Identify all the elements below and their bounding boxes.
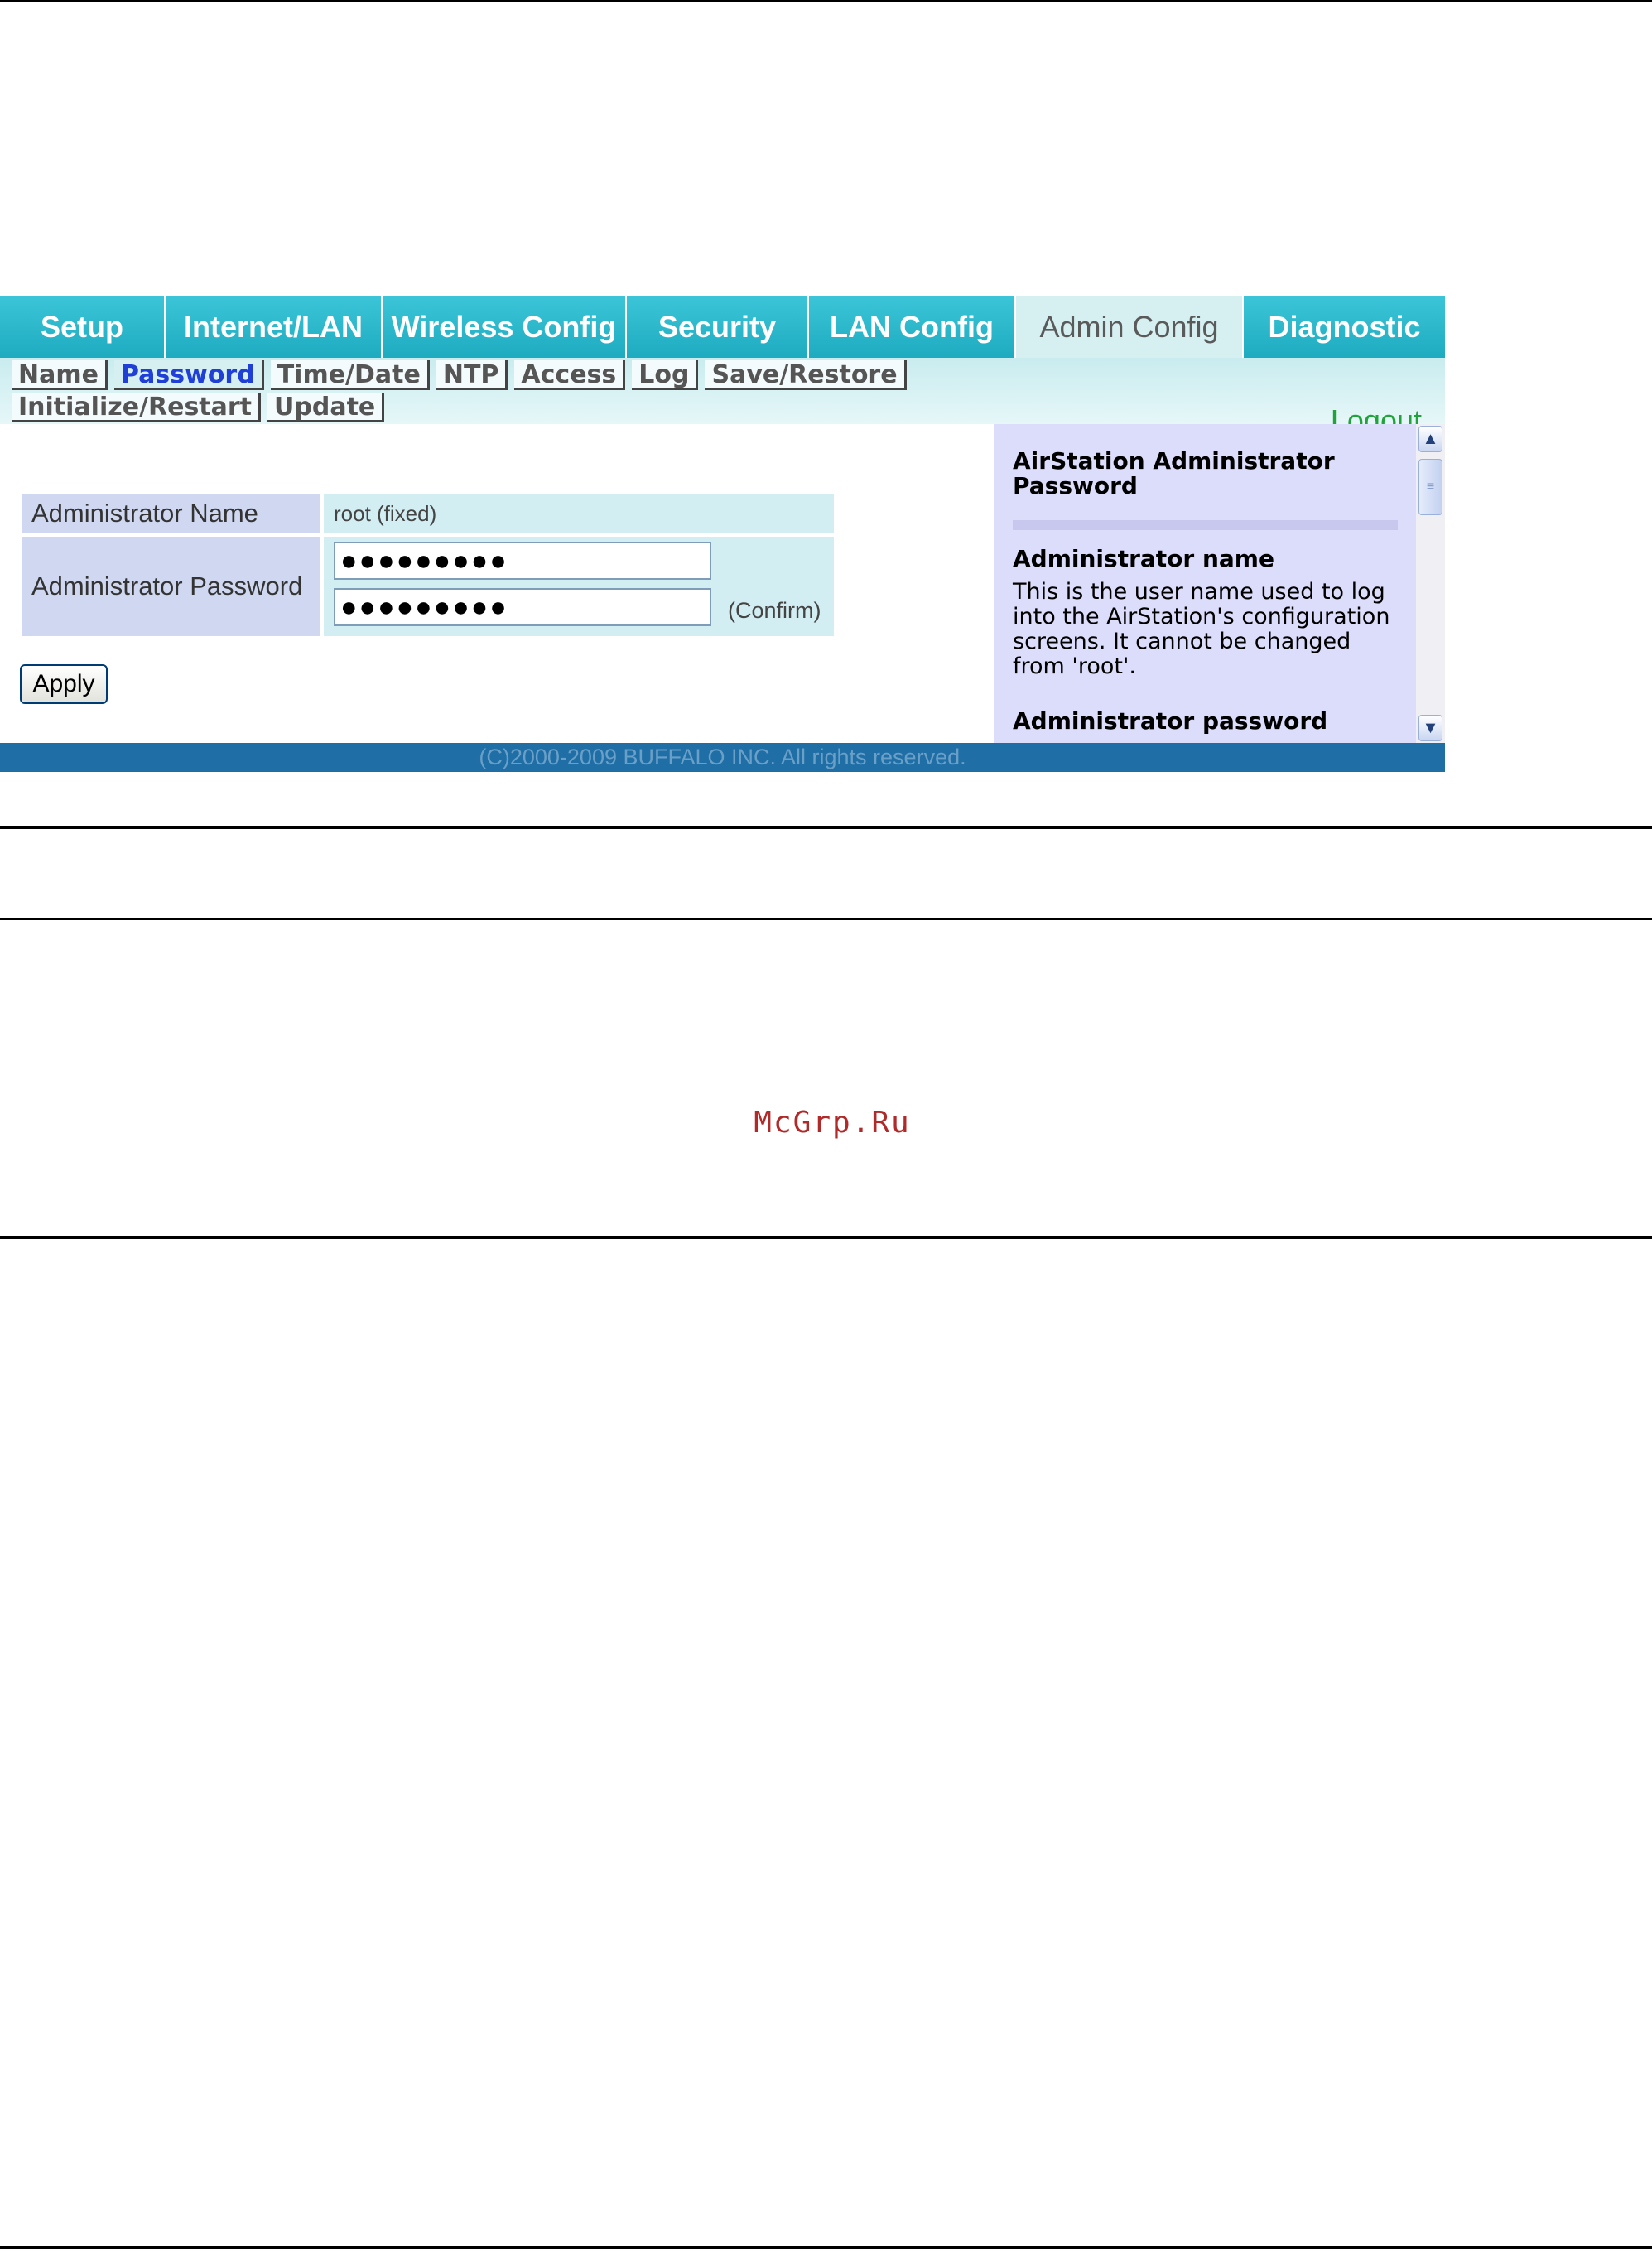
help-scrollbar[interactable]: ▲ ≡ ▼ xyxy=(1416,424,1445,743)
section-rule xyxy=(0,826,1652,829)
password-input[interactable]: ●●●●●●●●● xyxy=(334,542,711,580)
sub-tab-log[interactable]: Log xyxy=(632,360,699,390)
admin-name-label: Administrator Name xyxy=(22,494,320,533)
sub-tab-ntp[interactable]: NTP xyxy=(436,360,508,390)
admin-password-cell: ●●●●●●●●● ●●●●●●●●● (Confirm) xyxy=(324,537,834,636)
admin-name-value: root (fixed) xyxy=(324,494,834,533)
apply-button[interactable]: Apply xyxy=(20,664,108,704)
scroll-thumb[interactable]: ≡ xyxy=(1418,459,1442,515)
sub-tab-password[interactable]: Password xyxy=(113,360,264,390)
sub-tab-initialize-restart[interactable]: Initialize/Restart xyxy=(12,393,262,422)
section-rule xyxy=(0,918,1652,920)
tab-diagnostic[interactable]: Diagnostic xyxy=(1244,296,1445,358)
confirm-label: (Confirm) xyxy=(728,598,821,623)
help-heading-admin-password: Administrator password xyxy=(1013,707,1328,735)
confirm-password-input[interactable]: ●●●●●●●●● xyxy=(334,588,711,626)
main-tab-bar: Setup Internet/LAN Wireless Config Secur… xyxy=(0,296,1445,358)
help-pane: AirStation Administrator Password Admini… xyxy=(994,424,1416,743)
scroll-down-icon[interactable]: ▼ xyxy=(1418,715,1442,741)
sub-tab-save-restore[interactable]: Save/Restore xyxy=(705,360,907,390)
watermark: McGrp.Ru xyxy=(754,1106,911,1140)
admin-password-label: Administrator Password xyxy=(22,537,320,636)
tab-lan-config[interactable]: LAN Config xyxy=(809,296,1016,358)
scroll-up-icon[interactable]: ▲ xyxy=(1418,426,1442,452)
page-top-rule xyxy=(0,0,1652,2)
tab-wireless-config[interactable]: Wireless Config xyxy=(383,296,627,358)
help-heading-admin-name: Administrator name xyxy=(1013,545,1274,572)
help-text-admin-name: This is the user name used to log into t… xyxy=(1013,579,1390,679)
tab-internet-lan[interactable]: Internet/LAN xyxy=(166,296,383,358)
copyright-footer: (C)2000-2009 BUFFALO INC. All rights res… xyxy=(0,743,1445,772)
tab-admin-config[interactable]: Admin Config xyxy=(1016,296,1244,358)
help-title: AirStation Administrator Password xyxy=(1013,447,1335,499)
router-admin-window: Setup Internet/LAN Wireless Config Secur… xyxy=(0,296,1445,772)
sub-tab-update[interactable]: Update xyxy=(267,393,385,422)
tab-setup[interactable]: Setup xyxy=(0,296,166,358)
sub-navigation: Name Password Time/Date NTP Access Log S… xyxy=(0,358,1445,437)
settings-form: Administrator Name root (fixed) Administ… xyxy=(0,424,994,743)
help-divider xyxy=(1013,520,1398,530)
section-rule xyxy=(0,1236,1652,1239)
page-bottom-rule xyxy=(0,2246,1652,2249)
sub-tab-name[interactable]: Name xyxy=(12,360,108,390)
tab-security[interactable]: Security xyxy=(627,296,809,358)
sub-tab-time-date[interactable]: Time/Date xyxy=(270,360,430,390)
sub-tab-access[interactable]: Access xyxy=(514,360,626,390)
